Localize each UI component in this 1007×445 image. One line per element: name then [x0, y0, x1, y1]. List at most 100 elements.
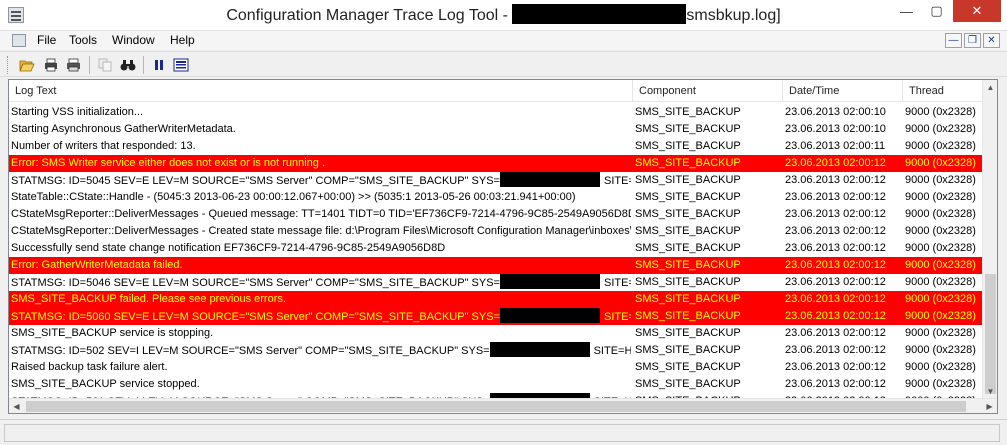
minimize-button[interactable]: — — [892, 0, 921, 22]
print-preview-icon[interactable] — [65, 56, 83, 74]
document-icon[interactable] — [12, 34, 26, 47]
log-thread-cell: 9000 (0x2328) — [905, 123, 976, 135]
mdi-restore-button[interactable]: ❐ — [964, 33, 981, 48]
open-folder-icon[interactable] — [18, 56, 36, 74]
log-row[interactable]: StateTable::CState::Handle - (5045:3 201… — [9, 189, 983, 206]
log-datetime-cell: 23.06.2013 02:00:12 — [785, 174, 886, 186]
log-text: STATMSG: ID=502 SEV=I LEV=M SOURCE="SMS … — [11, 345, 490, 357]
log-text: Successfully send state change notificat… — [11, 242, 446, 254]
log-text-cell: Number of writers that responded: 13. — [11, 138, 631, 155]
log-text: STATMSG: ID=5046 SEV=E LEV=M SOURCE="SMS… — [11, 277, 500, 289]
log-text-tail: SITE=... — [603, 175, 631, 187]
log-component-cell: SMS_SITE_BACKUP — [635, 310, 741, 322]
log-row[interactable]: CStateMsgReporter::DeliverMessages - Cre… — [9, 223, 983, 240]
log-text-cell: STATMSG: ID=5060 SEV=E LEV=M SOURCE="SMS… — [11, 308, 631, 325]
log-datetime-cell: 23.06.2013 02:00:12 — [785, 208, 886, 220]
column-header-datetime[interactable]: Date/Time — [783, 80, 903, 102]
menu-tools[interactable]: Tools — [69, 33, 97, 47]
log-row[interactable]: Starting VSS initialization... SMS_SITE_B… — [9, 104, 983, 121]
log-row[interactable]: Number of writers that responded: 13. SMS… — [9, 138, 983, 155]
horizontal-scroll-thumb[interactable] — [26, 401, 966, 412]
menu-window[interactable]: Window — [112, 33, 155, 47]
log-row[interactable]: Starting Asynchronous GatherWriterMetada… — [9, 121, 983, 138]
log-text-tail: SITE=... — [603, 277, 631, 289]
log-component-cell: SMS_SITE_BACKUP — [635, 208, 741, 220]
log-row-error[interactable]: Error: GatherWriterMetadata failed. SMS_S… — [9, 257, 983, 274]
log-row[interactable]: SMS_SITE_BACKUP service stopped. SMS_SITE… — [9, 376, 983, 393]
log-datetime-cell: 23.06.2013 02:00:12 — [785, 242, 886, 254]
log-text-cell: SMS_SITE_BACKUP service stopped. — [11, 376, 631, 393]
log-thread-cell: 9000 (0x2328) — [905, 191, 976, 203]
log-thread-cell: 9000 (0x2328) — [905, 327, 976, 339]
column-header-thread[interactable]: Thread — [903, 80, 983, 102]
log-row[interactable]: Raised backup task failure alert. SMS_SIT… — [9, 359, 983, 376]
toolbar — [0, 51, 1007, 77]
mdi-minimize-button[interactable]: — — [945, 33, 962, 48]
log-row[interactable]: CStateMsgReporter::DeliverMessages - Que… — [9, 206, 983, 223]
menu-help[interactable]: Help — [170, 33, 195, 47]
log-text: Starting VSS initialization... — [11, 106, 144, 118]
log-text-cell: CStateMsgReporter::DeliverMessages - Cre… — [11, 223, 631, 240]
log-row[interactable]: STATMSG: ID=5045 SEV=E LEV=M SOURCE="SMS… — [9, 172, 983, 189]
close-button[interactable]: ✕ — [953, 0, 1001, 22]
pause-icon[interactable] — [150, 56, 168, 74]
log-row-error[interactable]: Error: SMS Writer service either does no… — [9, 155, 983, 172]
log-text: Error: GatherWriterMetadata failed. — [11, 259, 183, 271]
status-panel — [4, 424, 1000, 442]
log-thread-cell: 9000 (0x2328) — [905, 259, 976, 271]
log-text-cell: STATMSG: ID=502 SEV=I LEV=M SOURCE="SMS … — [11, 342, 631, 359]
log-component-cell: SMS_SITE_BACKUP — [635, 276, 741, 288]
log-row-error[interactable]: STATMSG: ID=5060 SEV=E LEV=M SOURCE="SMS… — [9, 308, 983, 325]
redacted-block — [512, 4, 687, 24]
log-component-cell: SMS_SITE_BACKUP — [635, 293, 741, 305]
log-datetime-cell: 23.06.2013 02:00:12 — [785, 378, 886, 390]
mdi-close-button[interactable]: ✕ — [983, 33, 1000, 48]
horizontal-scrollbar[interactable]: ◀ ▶ — [9, 398, 997, 413]
toolbar-grip[interactable] — [7, 56, 10, 74]
log-text-cell: SMS_SITE_BACKUP service is stopping. — [11, 325, 631, 342]
log-text: SMS_SITE_BACKUP service is stopping. — [11, 327, 214, 339]
log-datetime-cell: 23.06.2013 02:00:10 — [785, 106, 886, 118]
scroll-down-icon[interactable]: ▼ — [983, 384, 997, 399]
highlight-icon[interactable] — [172, 56, 190, 74]
log-row[interactable]: Successfully send state change notificat… — [9, 240, 983, 257]
find-icon[interactable] — [119, 56, 137, 74]
log-component-cell: SMS_SITE_BACKUP — [635, 174, 741, 186]
log-row[interactable]: SMS_SITE_BACKUP service is stopping. SMS_… — [9, 325, 983, 342]
log-datetime-cell: 23.06.2013 02:00:12 — [785, 327, 886, 339]
log-thread-cell: 9000 (0x2328) — [905, 344, 976, 356]
column-header-log-text[interactable]: Log Text — [9, 80, 633, 102]
log-row-error[interactable]: SMS_SITE_BACKUP failed. Please see previ… — [9, 291, 983, 308]
log-thread-cell: 9000 (0x2328) — [905, 106, 976, 118]
vertical-scrollbar[interactable]: ▲ ▼ — [982, 80, 997, 399]
log-datetime-cell: 23.06.2013 02:00:12 — [785, 310, 886, 322]
log-thread-cell: 9000 (0x2328) — [905, 157, 976, 169]
log-component-cell: SMS_SITE_BACKUP — [635, 242, 741, 254]
maximize-button[interactable]: ▢ — [922, 0, 951, 22]
copy-icon[interactable] — [96, 56, 114, 74]
scroll-right-icon[interactable]: ▶ — [982, 399, 997, 413]
log-text: StateTable::CState::Handle - (5045:3 201… — [11, 191, 576, 203]
log-row[interactable]: STATMSG: ID=5046 SEV=E LEV=M SOURCE="SMS… — [9, 274, 983, 291]
log-component-cell: SMS_SITE_BACKUP — [635, 157, 741, 169]
log-text: CStateMsgReporter::DeliverMessages - Cre… — [11, 225, 631, 237]
column-header-component[interactable]: Component — [633, 80, 783, 102]
log-datetime-cell: 23.06.2013 02:00:12 — [785, 293, 886, 305]
log-text-cell: StateTable::CState::Handle - (5045:3 201… — [11, 189, 631, 206]
log-thread-cell: 9000 (0x2328) — [905, 242, 976, 254]
vertical-scroll-thumb[interactable] — [985, 274, 996, 394]
log-component-cell: SMS_SITE_BACKUP — [635, 106, 741, 118]
log-datetime-cell: 23.06.2013 02:00:12 — [785, 361, 886, 373]
log-list[interactable]: Log Text Component Date/Time Thread Star… — [8, 79, 998, 414]
log-component-cell: SMS_SITE_BACKUP — [635, 191, 741, 203]
scroll-up-icon[interactable]: ▲ — [983, 80, 997, 95]
log-text: Error: SMS Writer service either does no… — [11, 157, 326, 169]
log-text-tail: SITE=H... — [593, 345, 631, 357]
log-text-tail: SITE=... — [603, 311, 631, 323]
log-row[interactable]: STATMSG: ID=502 SEV=I LEV=M SOURCE="SMS … — [9, 342, 983, 359]
menu-file[interactable]: File — [37, 33, 56, 47]
print-icon[interactable] — [42, 56, 60, 74]
log-text-cell: Raised backup task failure alert. — [11, 359, 631, 376]
menu-bar: File Tools Window Help — ❐ ✕ — [0, 30, 1007, 50]
scroll-left-icon[interactable]: ◀ — [9, 399, 24, 413]
